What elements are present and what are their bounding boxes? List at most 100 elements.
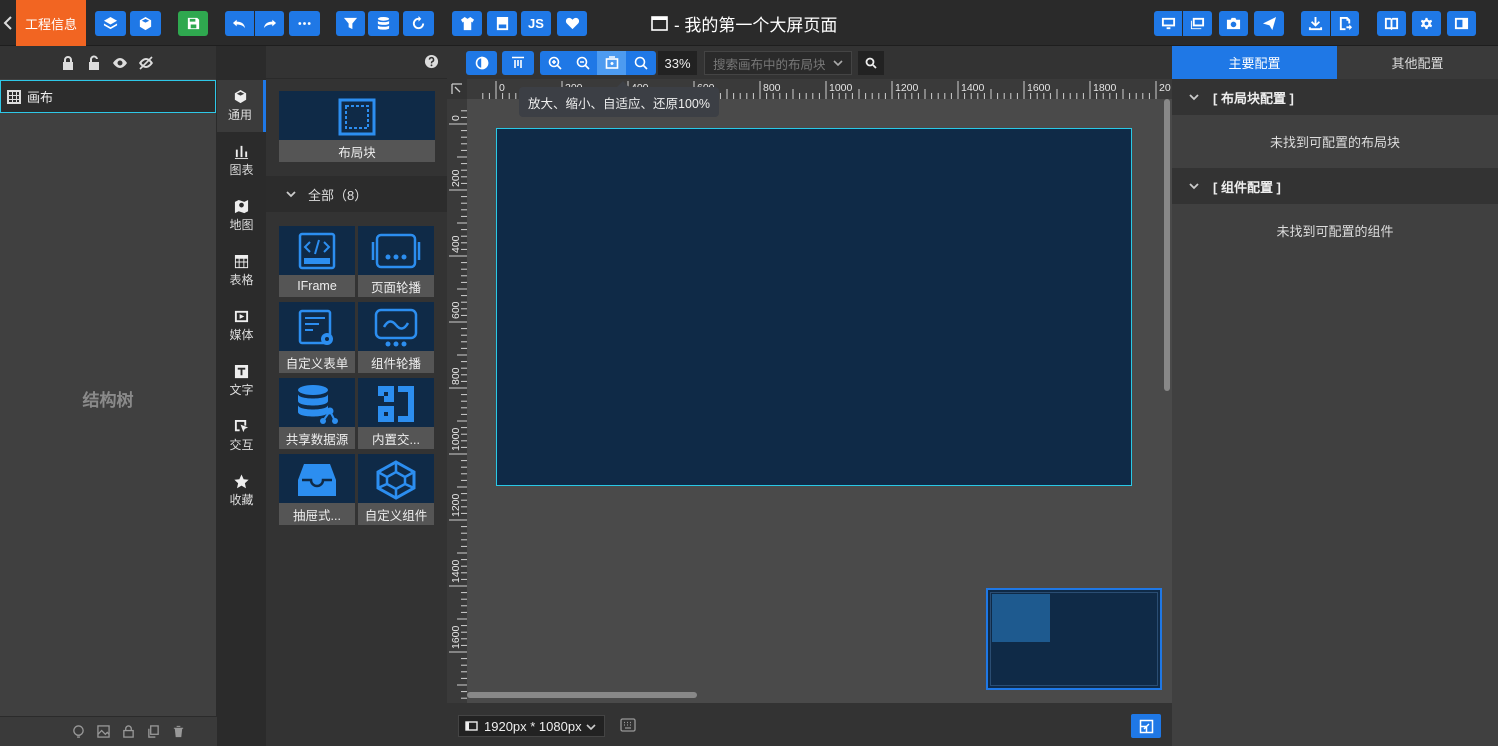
copy-icon[interactable] (147, 725, 160, 738)
ruler-top-label: 1800 (1093, 82, 1117, 94)
component-carousel-icon (374, 308, 418, 347)
toggle-panel-button[interactable] (1447, 11, 1476, 36)
layout-block-card[interactable]: 布局块 (279, 91, 435, 162)
eye-off-icon[interactable] (138, 55, 154, 71)
card-label: 组件轮播 (358, 351, 434, 373)
rail-item-interaction[interactable]: 交互 (217, 410, 266, 462)
datasource-button[interactable] (368, 11, 399, 36)
preview-desktop-button[interactable] (1154, 11, 1182, 36)
more-button[interactable] (289, 11, 320, 36)
back-button[interactable] (0, 0, 16, 46)
more-icon (298, 22, 311, 25)
lock-outline-icon[interactable] (122, 725, 135, 738)
image-icon[interactable] (97, 725, 110, 738)
card-label: 共享数据源 (279, 427, 355, 449)
rail-item-map[interactable]: 地图 (217, 190, 266, 242)
layout-config-section[interactable]: [ 布局块配置 ] (1172, 79, 1498, 115)
canvas-stage[interactable]: 0200400600800100012001400160018002002004… (447, 79, 1172, 703)
zoom-reset-button[interactable] (626, 51, 656, 75)
component-card-custom-form[interactable]: 自定义表单 (279, 302, 355, 373)
eye-icon[interactable] (112, 55, 128, 71)
component-card-iframe[interactable]: IFrame (279, 226, 355, 297)
structure-panel: 画布 结构树 (0, 46, 217, 746)
bulb-icon[interactable] (72, 725, 85, 738)
zoom-fit-button[interactable] (597, 51, 626, 75)
js-button[interactable]: JS (521, 11, 551, 36)
redo-icon (263, 19, 277, 29)
screen-icon (465, 720, 478, 731)
component-card-builtin-interaction[interactable]: 内置交... (358, 378, 434, 449)
component-palette: 布局块 全部（8） IFrame 页面轮播 自定义表单 组件轮播 共享数据源 内… (266, 79, 447, 746)
component-group-all[interactable]: 全部（8） (266, 176, 447, 212)
publish-button[interactable] (1254, 11, 1284, 36)
chevron-down-icon (1189, 183, 1199, 190)
preview-window-button[interactable] (1183, 11, 1212, 36)
component-card-custom-component[interactable]: 自定义组件 (358, 454, 434, 525)
tab-main-config[interactable]: 主要配置 (1172, 46, 1337, 79)
vertical-scrollbar[interactable] (1164, 99, 1170, 391)
lock-icon[interactable] (60, 55, 76, 71)
zoom-in-button[interactable] (540, 51, 569, 75)
chevron-left-icon (3, 16, 12, 30)
layers-button[interactable] (95, 11, 126, 36)
custom-component-icon (376, 460, 416, 500)
minimap-viewport[interactable] (992, 594, 1050, 642)
rail-item-media[interactable]: 媒体 (217, 300, 266, 352)
docs-button[interactable] (1377, 11, 1406, 36)
layout-search-placeholder: 搜索画布中的布局块 (713, 57, 826, 72)
contrast-button[interactable] (466, 51, 497, 75)
rail-item-favorites[interactable]: 收藏 (217, 465, 266, 517)
ruler-top-label: 20 (1159, 82, 1171, 94)
keyboard-icon[interactable] (620, 718, 636, 732)
layers-icon (103, 16, 118, 30)
rail-item-text[interactable]: 文字 (217, 355, 266, 407)
horizontal-scrollbar[interactable] (467, 692, 697, 698)
canvas-size-select[interactable]: 1920px * 1080px (458, 715, 605, 737)
window-icon (651, 15, 668, 31)
import-button[interactable] (1331, 11, 1359, 36)
zoom-out-button[interactable] (569, 51, 597, 75)
rail-item-table[interactable]: 表格 (217, 245, 266, 297)
screenshot-button[interactable] (1219, 11, 1248, 36)
layout-search-button[interactable] (858, 51, 884, 75)
component-card-component-carousel[interactable]: 组件轮播 (358, 302, 434, 373)
rail-item-general[interactable]: 通用 (217, 80, 266, 132)
config-tabs: 主要配置 其他配置 (1172, 46, 1498, 79)
component-config-section[interactable]: [ 组件配置 ] (1172, 168, 1498, 204)
align-button[interactable] (502, 51, 534, 75)
zoom-level: 33% (658, 51, 697, 75)
unlock-icon[interactable] (86, 54, 102, 71)
component-card-page-carousel[interactable]: 页面轮播 (358, 226, 434, 297)
components-button[interactable] (130, 11, 161, 36)
help-icon[interactable] (424, 54, 439, 69)
layout-search-select[interactable]: 搜索画布中的布局块 (704, 51, 852, 75)
ruler-top-label: 1200 (895, 82, 919, 94)
redo-button[interactable] (255, 11, 284, 36)
theme-button[interactable] (452, 11, 482, 36)
refresh-button[interactable] (403, 11, 434, 36)
minimap-toggle-button[interactable] (1131, 714, 1161, 738)
filter-button[interactable] (336, 11, 365, 36)
minimap[interactable] (986, 588, 1162, 690)
component-card-drawer[interactable]: 抽屉式... (279, 454, 355, 525)
book-icon (1384, 17, 1399, 31)
media-icon (234, 310, 249, 323)
palette-header (266, 46, 447, 79)
align-top-icon (512, 56, 524, 68)
text-icon (234, 364, 249, 379)
favorite-button[interactable] (557, 11, 587, 36)
design-canvas[interactable] (496, 128, 1132, 486)
undo-button[interactable] (225, 11, 254, 36)
monitor-icon (1161, 17, 1175, 30)
trash-icon[interactable] (172, 725, 185, 738)
project-info-button[interactable]: 工程信息 (16, 0, 86, 46)
tab-other-config[interactable]: 其他配置 (1337, 46, 1498, 79)
search-icon (634, 56, 648, 70)
css-button[interactable] (487, 11, 517, 36)
settings-button[interactable] (1412, 11, 1441, 36)
download-button[interactable] (1301, 11, 1330, 36)
rail-item-chart[interactable]: 图表 (217, 135, 266, 187)
save-button[interactable] (178, 11, 208, 36)
component-card-shared-datasource[interactable]: 共享数据源 (279, 378, 355, 449)
tree-node-canvas[interactable]: 画布 (0, 80, 216, 113)
